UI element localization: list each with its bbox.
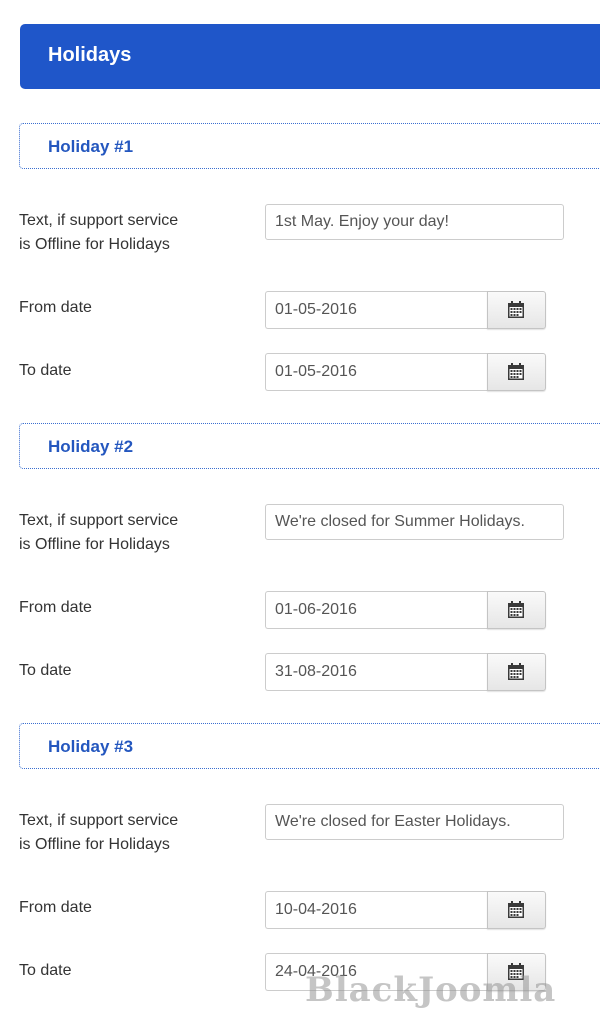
calendar-icon	[508, 301, 524, 318]
offline-text-label-line2: is Offline for Holidays	[19, 536, 170, 553]
holiday-legend-title: Holiday #2	[48, 437, 134, 456]
offline-text-label: Text, if support service is Offline for …	[19, 209, 219, 257]
holiday-legend: Holiday #1	[19, 123, 600, 169]
offline-text-input[interactable]: We're closed for Summer Holidays.	[265, 504, 564, 540]
to-date-label: To date	[19, 662, 72, 679]
offline-text-label-line1: Text, if support service	[19, 812, 179, 829]
from-date-input[interactable]: 10-04-2016	[265, 891, 488, 929]
from-date-calendar-button[interactable]	[487, 891, 546, 929]
offline-text-label-line1: Text, if support service	[19, 512, 179, 529]
from-date-calendar-button[interactable]	[487, 591, 546, 629]
holiday-section-1: Holiday #1 Text, if support service is O…	[0, 123, 600, 423]
to-date-calendar-button[interactable]	[487, 353, 546, 391]
to-date-label: To date	[19, 962, 72, 979]
holiday-legend-title: Holiday #3	[48, 737, 134, 756]
offline-text-input[interactable]: We're closed for Easter Holidays.	[265, 804, 564, 840]
from-date-input[interactable]: 01-05-2016	[265, 291, 488, 329]
to-date-label: To date	[19, 362, 72, 379]
offline-text-label-line2: is Offline for Holidays	[19, 236, 170, 253]
holiday-section-3: Holiday #3 Text, if support service is O…	[0, 723, 600, 1012]
holidays-header: Holidays	[20, 24, 600, 89]
offline-text-label-line2: is Offline for Holidays	[19, 836, 170, 853]
to-date-calendar-button[interactable]	[487, 653, 546, 691]
offline-text-label: Text, if support service is Offline for …	[19, 509, 219, 557]
holidays-page: Holidays Holiday #1 Text, if support ser…	[0, 0, 600, 1012]
holiday-legend: Holiday #3	[19, 723, 600, 769]
offline-text-label: Text, if support service is Offline for …	[19, 809, 219, 857]
offline-text-label-line1: Text, if support service	[19, 212, 179, 229]
holiday-legend-title: Holiday #1	[48, 137, 134, 156]
from-date-label: From date	[19, 299, 92, 316]
page-title: Holidays	[48, 44, 132, 66]
from-date-input[interactable]: 01-06-2016	[265, 591, 488, 629]
calendar-icon	[508, 663, 524, 680]
from-date-field: 01-05-2016	[265, 291, 546, 329]
to-date-field: 01-05-2016	[265, 353, 546, 391]
watermark-logo: BlackJoomla	[305, 970, 557, 1010]
to-date-field: 31-08-2016	[265, 653, 546, 691]
from-date-label: From date	[19, 599, 92, 616]
to-date-input[interactable]: 01-05-2016	[265, 353, 488, 391]
calendar-icon	[508, 901, 524, 918]
from-date-field: 01-06-2016	[265, 591, 546, 629]
calendar-icon	[508, 601, 524, 618]
from-date-label: From date	[19, 899, 92, 916]
to-date-input[interactable]: 31-08-2016	[265, 653, 488, 691]
holiday-legend: Holiday #2	[19, 423, 600, 469]
holiday-section-2: Holiday #2 Text, if support service is O…	[0, 423, 600, 723]
from-date-field: 10-04-2016	[265, 891, 546, 929]
calendar-icon	[508, 363, 524, 380]
from-date-calendar-button[interactable]	[487, 291, 546, 329]
offline-text-input[interactable]: 1st May. Enjoy your day!	[265, 204, 564, 240]
